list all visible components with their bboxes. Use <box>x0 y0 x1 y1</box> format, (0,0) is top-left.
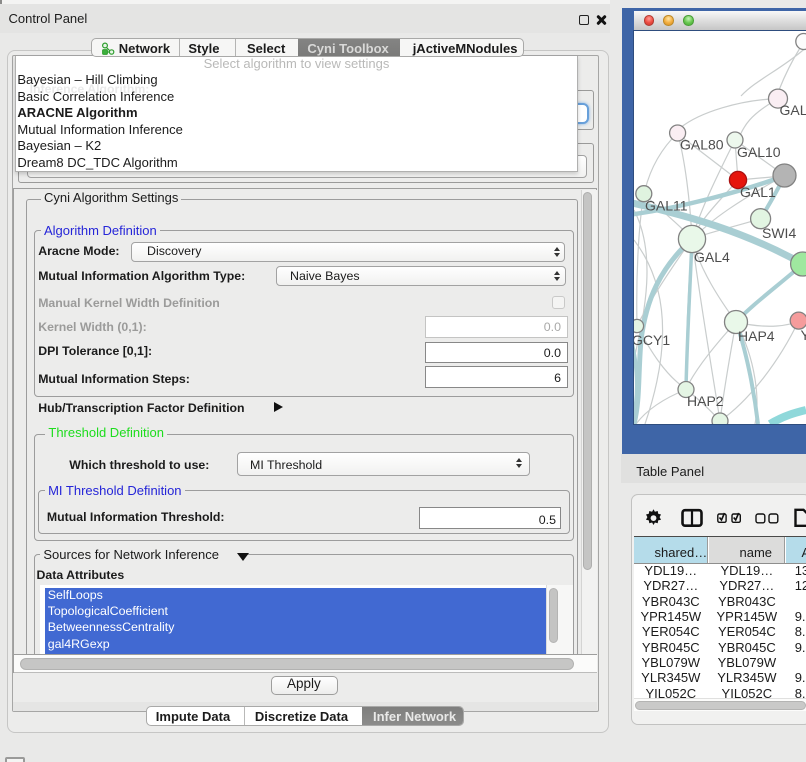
svg-text:GAL2: GAL2 <box>780 102 806 118</box>
svg-text:GAL1: GAL1 <box>740 184 776 200</box>
svg-text:Y: Y <box>801 327 806 343</box>
svg-text:GAL80: GAL80 <box>680 137 724 153</box>
svg-text:GAL10: GAL10 <box>737 144 781 160</box>
svg-text:GAL4: GAL4 <box>694 249 730 265</box>
svg-text:SWI4: SWI4 <box>762 225 796 241</box>
svg-text:GCY1: GCY1 <box>634 332 670 348</box>
svg-text:HAP4: HAP4 <box>738 328 775 344</box>
svg-text:GAL11: GAL11 <box>645 198 688 214</box>
svg-text:HAP2: HAP2 <box>687 393 724 409</box>
